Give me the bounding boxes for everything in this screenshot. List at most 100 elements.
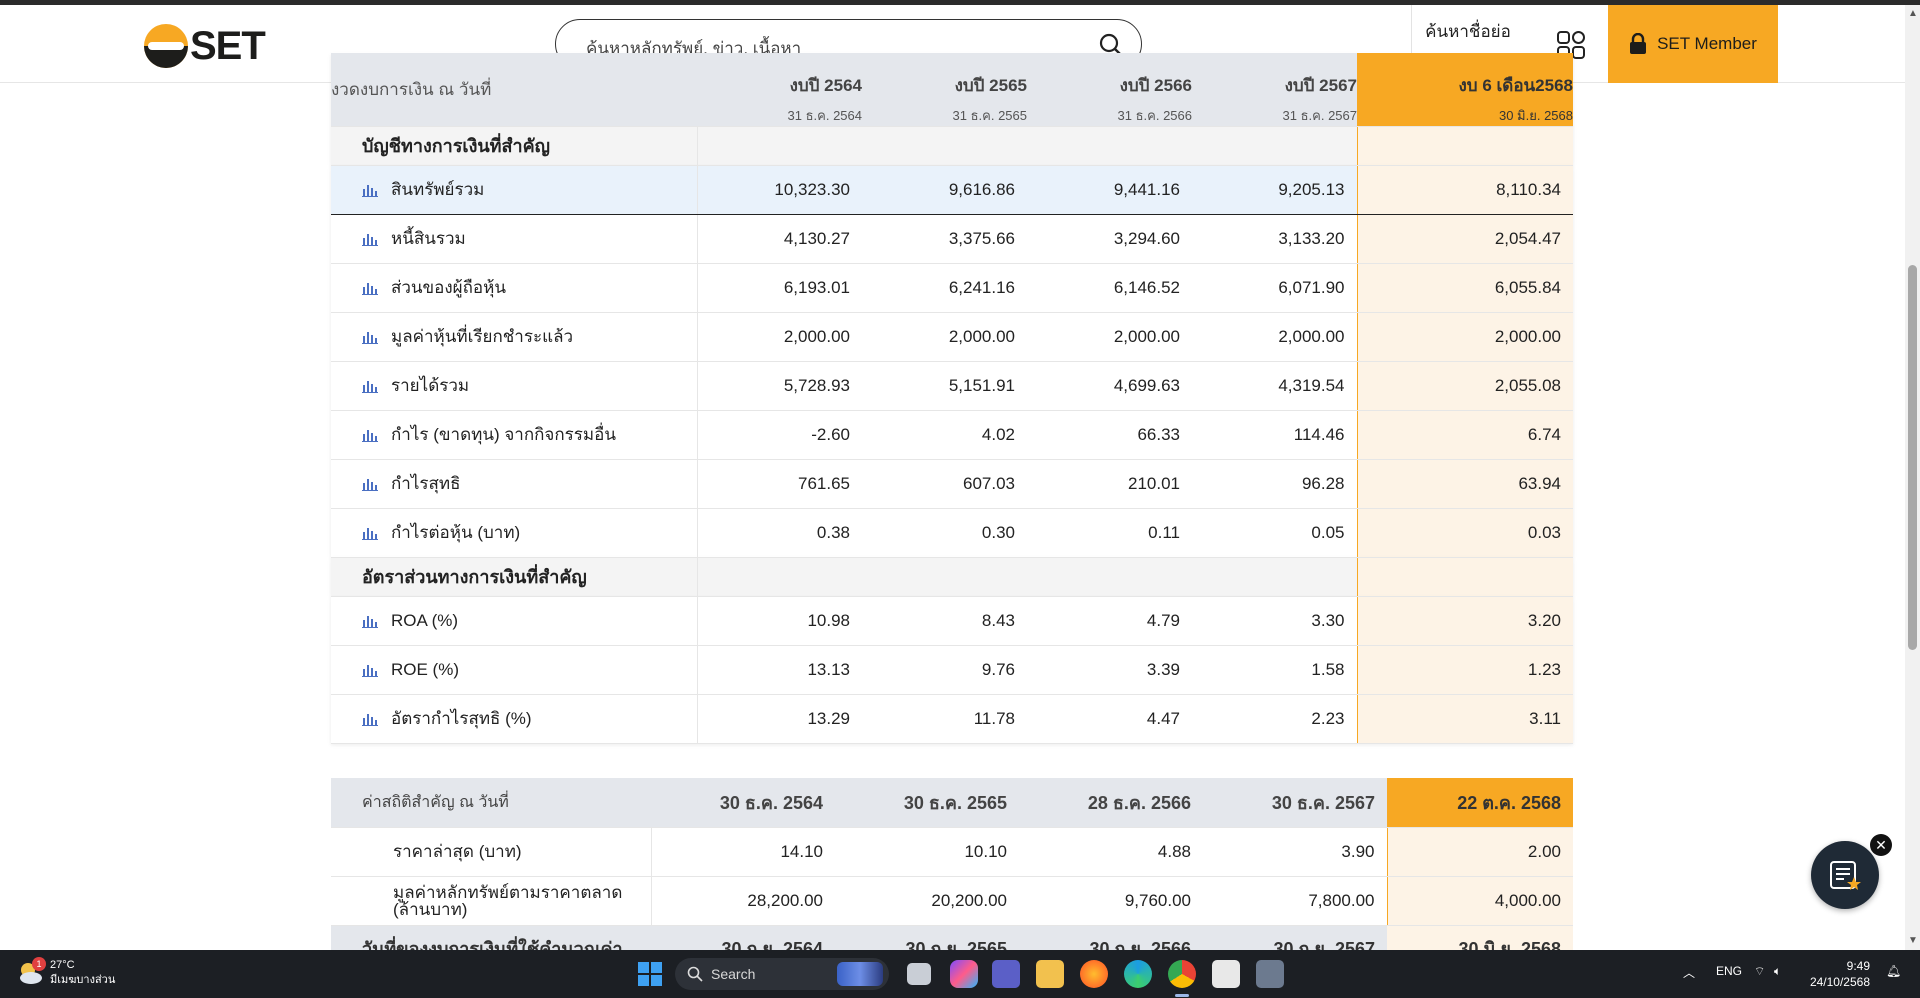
tray-chevron-icon[interactable]: ︿ [1683, 964, 1695, 981]
chart-bar-icon[interactable] [362, 330, 378, 344]
notification-bell-icon[interactable]: 🔔︎ [1886, 964, 1901, 978]
section-title: อัตราส่วนทางการเงินที่สำคัญ [331, 557, 698, 597]
row-label[interactable]: รายได้รวม [331, 361, 698, 411]
cell-value: 4,699.63 [1027, 361, 1192, 411]
chart-bar-icon[interactable] [362, 663, 378, 677]
table-row[interactable]: หนี้สินรวม 4,130.27 3,375.66 3,294.60 3,133.… [331, 214, 1573, 264]
row-label[interactable]: หนี้สินรวม [331, 214, 698, 264]
table-row[interactable]: อัตรากำไรสุทธิ (%) 13.29 11.78 4.47 2.23 3.11 [331, 694, 1573, 744]
cell-value: 0.38 [697, 508, 862, 558]
set-logo[interactable]: SET [144, 24, 266, 68]
taskbar-search[interactable]: Search [675, 958, 889, 990]
close-icon[interactable]: ✕ [1870, 834, 1892, 856]
stat-value: 28,200.00 [651, 876, 835, 926]
table-row[interactable]: ส่วนของผู้ถือหุ้น 6,193.01 6,241.16 6,146.5… [331, 263, 1573, 313]
copilot-icon[interactable] [950, 960, 978, 988]
set-member-button[interactable]: SET Member [1608, 5, 1778, 83]
clock-time: 9:49 [1846, 959, 1870, 973]
stat-header-label: ค่าสถิติสำคัญ ณ วันที่ [331, 778, 651, 828]
table-row[interactable]: มูลค่าหุ้นที่เรียกชำระแล้ว 2,000.00 2,000.… [331, 312, 1573, 362]
set-logo-mark [144, 24, 188, 68]
table-row[interactable]: กำไร (ขาดทุน) จากกิจกรรมอื่น -2.60 4.02 66.… [331, 410, 1573, 460]
cell-value: 2,000.00 [1027, 312, 1192, 362]
table-row: ราคาล่าสุด (บาท) 14.10 10.10 4.88 3.90 2… [331, 827, 1573, 877]
chart-bar-icon[interactable] [362, 428, 378, 442]
chart-bar-icon[interactable] [362, 183, 378, 197]
active-app-indicator [1175, 994, 1189, 997]
foxit-icon[interactable] [1212, 960, 1240, 988]
row-label[interactable]: กำไร (ขาดทุน) จากกิจกรรมอื่น [331, 410, 698, 460]
cell-value: 10,323.30 [697, 165, 862, 215]
chart-bar-icon[interactable] [362, 477, 378, 491]
chart-bar-icon[interactable] [362, 379, 378, 393]
cell-value: 4,130.27 [697, 214, 862, 264]
row-label-text: ROA (%) [391, 610, 459, 630]
cell-value: 63.94 [1356, 459, 1573, 509]
chart-bar-icon[interactable] [362, 526, 378, 540]
section-header-row: บัญชีทางการเงินที่สำคัญ [331, 126, 1573, 166]
wifi-icon[interactable]: ⌔ [1754, 964, 1765, 979]
row-label-text: หนี้สินรวม [391, 229, 466, 248]
table-row[interactable]: ROE (%) 13.13 9.76 3.39 1.58 1.23 [331, 645, 1573, 695]
row-label[interactable]: ส่วนของผู้ถือหุ้น [331, 263, 698, 313]
chart-bar-icon[interactable] [362, 712, 378, 726]
cell-value: 2,000.00 [697, 312, 862, 362]
cell-value: 2,054.47 [1356, 214, 1573, 264]
table-row[interactable]: สินทรัพย์รวม 10,323.30 9,616.86 9,441.16 9,2… [331, 165, 1573, 215]
taskbar-clock[interactable]: 9:49 24/10/2568 [1800, 958, 1870, 990]
factsheet-line1: ค้นหาชื่อย่อ [1425, 22, 1511, 41]
chart-bar-icon[interactable] [362, 614, 378, 628]
set-member-label: SET Member [1657, 34, 1757, 53]
table-row[interactable]: รายได้รวม 5,728.93 5,151.91 4,699.63 4,319.5… [331, 361, 1573, 411]
cell-value: 2.23 [1192, 694, 1357, 744]
row-label-text: กำไรต่อหุ้น (บาท) [391, 523, 521, 542]
row-label[interactable]: มูลค่าหุ้นที่เรียกชำระแล้ว [331, 312, 698, 362]
cell-value: -2.60 [697, 410, 862, 460]
period-col-2566: งบปี 2566 31 ธ.ค. 2566 [1027, 53, 1192, 127]
row-label[interactable]: ROE (%) [331, 645, 698, 695]
volume-icon[interactable]: 🔈︎ [1774, 964, 1781, 979]
cell-value: 66.33 [1027, 410, 1192, 460]
period-col-2564: งบปี 2564 31 ธ.ค. 2564 [697, 53, 862, 127]
cell-value: 4.79 [1027, 596, 1192, 646]
row-label[interactable]: อัตรากำไรสุทธิ (%) [331, 694, 698, 744]
cell-value: 4.47 [1027, 694, 1192, 744]
chart-bar-icon[interactable] [362, 281, 378, 295]
stat-value: 14.10 [651, 827, 835, 877]
row-label[interactable]: กำไรสุทธิ [331, 459, 698, 509]
scroll-down-arrow-icon[interactable]: ▼ [1908, 935, 1918, 946]
row-label[interactable]: ROA (%) [331, 596, 698, 646]
table-row[interactable]: กำไรสุทธิ 761.65 607.03 210.01 96.28 63.94 [331, 459, 1573, 509]
stat-value: 10.10 [835, 827, 1019, 877]
watchlist-float-button[interactable] [1811, 841, 1879, 909]
cell-value: 3,294.60 [1027, 214, 1192, 264]
table-row[interactable]: ROA (%) 10.98 8.43 4.79 3.30 3.20 [331, 596, 1573, 646]
firefox-icon[interactable] [1080, 960, 1108, 988]
scroll-up-arrow-icon[interactable]: ▲ [1908, 8, 1918, 19]
period-header-label: งวดงบการเงิน ณ วันที่ [331, 53, 697, 127]
scroll-thumb[interactable] [1908, 265, 1917, 650]
cell-value: 3.30 [1192, 596, 1357, 646]
file-explorer-icon[interactable] [1036, 960, 1064, 988]
page-scrollbar[interactable]: ▲ ▼ [1905, 5, 1920, 950]
stat-value: 4,000.00 [1386, 876, 1573, 926]
chrome-icon[interactable] [1168, 960, 1196, 988]
edge-icon[interactable] [1124, 960, 1152, 988]
chart-bar-icon[interactable] [362, 232, 378, 246]
cell-value: 0.11 [1027, 508, 1192, 558]
cell-value: 4,319.54 [1192, 361, 1357, 411]
windows-start-icon[interactable] [638, 962, 662, 986]
cell-value: 2,000.00 [862, 312, 1027, 362]
cell-value: 8,110.34 [1356, 165, 1573, 215]
weather-widget[interactable]: 1 27°C มีเมฆบางส่วน [16, 957, 115, 988]
row-label-text: ROE (%) [391, 659, 459, 679]
task-view-icon[interactable] [907, 963, 931, 985]
cell-value: 6,193.01 [697, 263, 862, 313]
language-indicator[interactable]: ENG [1716, 964, 1742, 978]
teams-icon[interactable] [992, 960, 1020, 988]
remote-app-icon[interactable] [1256, 960, 1284, 988]
row-label[interactable]: สินทรัพย์รวม [331, 165, 698, 215]
weather-temp: 27°C [50, 959, 75, 971]
table-row[interactable]: กำไรต่อหุ้น (บาท) 0.38 0.30 0.11 0.05 0.03 [331, 508, 1573, 558]
row-label[interactable]: กำไรต่อหุ้น (บาท) [331, 508, 698, 558]
